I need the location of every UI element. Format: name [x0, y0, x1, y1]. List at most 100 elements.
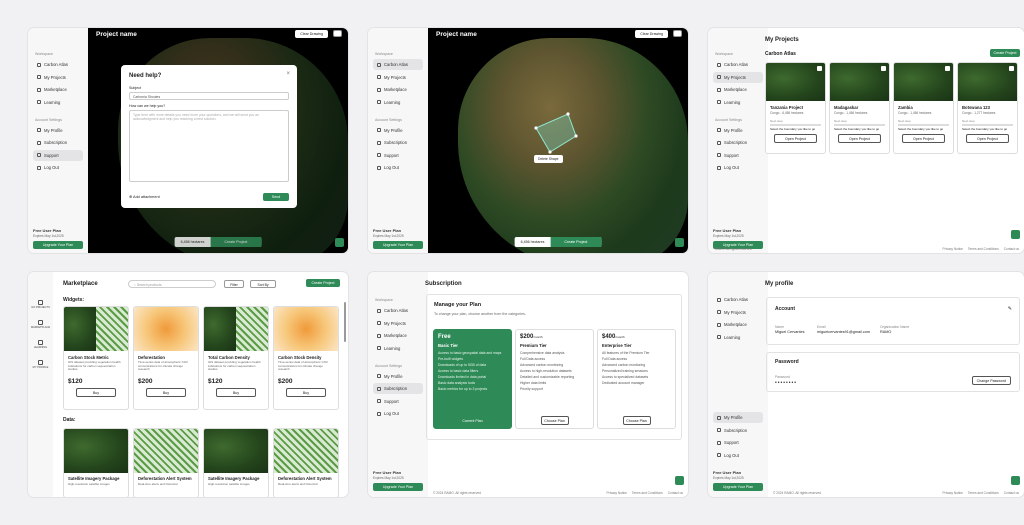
privacy-link[interactable]: Privacy Notice: [943, 491, 963, 495]
sidebar-item-carbon-atlas[interactable]: Carbon Atlas: [373, 59, 423, 70]
sidebar-item-my-profile[interactable]: My Profile: [33, 125, 83, 136]
terms-link[interactable]: Terms and Conditions: [632, 491, 663, 495]
chat-icon[interactable]: [675, 476, 684, 485]
subject-field[interactable]: Carbonia Shoutes: [129, 92, 289, 100]
rail-item[interactable]: MARKETPLACE: [30, 320, 51, 329]
sidebar-item-subscription[interactable]: Subscription: [713, 425, 763, 436]
chat-icon[interactable]: [1011, 230, 1020, 239]
upgrade-button[interactable]: Upgrade Your Plan: [713, 483, 763, 491]
sidebar-item-carbon-atlas[interactable]: Carbon Atlas: [373, 305, 423, 316]
edit-icon[interactable]: ✎: [1008, 306, 1012, 312]
close-map-button[interactable]: [333, 30, 342, 37]
open-project-button[interactable]: Open Project: [966, 134, 1009, 143]
create-project-button[interactable]: Create Project: [550, 237, 602, 247]
sidebar-item-support[interactable]: Support: [373, 396, 423, 407]
buy-button[interactable]: Buy: [286, 388, 326, 397]
sidebar-item-marketplace[interactable]: Marketplace: [713, 84, 763, 95]
filter-button[interactable]: Filter: [224, 280, 244, 288]
more-icon[interactable]: [945, 66, 950, 71]
sidebar-item-learning[interactable]: Learning: [713, 97, 763, 108]
sidebar-item-subscription[interactable]: Subscription: [373, 383, 423, 394]
more-icon[interactable]: [1009, 66, 1014, 71]
sidebar-item-log-out[interactable]: Log Out: [373, 408, 423, 419]
upgrade-button[interactable]: Upgrade Your Plan: [33, 241, 83, 249]
sidebar-item-marketplace[interactable]: Marketplace: [713, 319, 763, 330]
privacy-link[interactable]: Privacy Notice: [943, 247, 963, 251]
sidebar-item-carbon-atlas[interactable]: Carbon Atlas: [713, 59, 763, 70]
upgrade-button[interactable]: Upgrade Your Plan: [373, 483, 423, 491]
rail-item[interactable]: GO PROJECTS: [30, 300, 51, 309]
sidebar-item-subscription[interactable]: Subscription: [713, 137, 763, 148]
sidebar-item-support[interactable]: Support: [33, 149, 83, 161]
sidebar-item-subscription[interactable]: Subscription: [33, 137, 83, 148]
upgrade-button[interactable]: Upgrade Your Plan: [373, 241, 423, 249]
contact-link[interactable]: Contact us: [668, 491, 683, 495]
chat-icon[interactable]: [1011, 476, 1020, 485]
sidebar-item-log-out[interactable]: Log Out: [33, 162, 83, 173]
sidebar-item-learning[interactable]: Learning: [373, 343, 423, 354]
sidebar-item-my-profile[interactable]: My Profile: [373, 371, 423, 382]
create-project-button[interactable]: Create Project: [210, 237, 262, 247]
sidebar-item-my-profile[interactable]: My Profile: [713, 412, 763, 423]
open-project-button[interactable]: Open Project: [774, 134, 817, 143]
buy-button[interactable]: Buy: [146, 388, 186, 397]
change-password-button[interactable]: Change Password: [971, 376, 1011, 386]
map-view[interactable]: Project name Clear Drawing Delete Shape …: [428, 28, 688, 253]
sidebar-item-support[interactable]: Support: [713, 437, 763, 448]
sidebar-item-marketplace[interactable]: Marketplace: [373, 84, 423, 95]
delete-shape-button[interactable]: Delete Shape: [534, 155, 563, 163]
clear-drawing-button[interactable]: Clear Drawing: [635, 30, 668, 38]
sidebar-item-marketplace[interactable]: Marketplace: [373, 330, 423, 341]
more-icon[interactable]: [881, 66, 886, 71]
sidebar-item-support[interactable]: Support: [713, 150, 763, 161]
sidebar-item-log-out[interactable]: Log Out: [713, 450, 763, 461]
sidebar-item-log-out[interactable]: Log Out: [713, 162, 763, 173]
sidebar-item-my-projects[interactable]: My Projects: [373, 318, 423, 329]
create-project-button[interactable]: Create Project: [990, 49, 1020, 57]
rail-item[interactable]: LEARNING: [30, 340, 51, 349]
sidebar-item-learning[interactable]: Learning: [713, 332, 763, 343]
sort-button[interactable]: Sort By: [250, 280, 276, 288]
sidebar-item-learning[interactable]: Learning: [33, 97, 83, 108]
contact-link[interactable]: Contact us: [1004, 247, 1019, 251]
map-view[interactable]: Project name Clear Drawing 6,456 hectare…: [88, 28, 348, 253]
terms-link[interactable]: Terms and Conditions: [968, 491, 999, 495]
scrollbar[interactable]: [344, 302, 346, 342]
sidebar-item-my-projects[interactable]: My Projects: [373, 72, 423, 83]
open-project-button[interactable]: Open Project: [838, 134, 881, 143]
sidebar-item-carbon-atlas[interactable]: Carbon Atlas: [33, 59, 83, 70]
choose-plan-button[interactable]: Current Plan: [458, 416, 487, 425]
choose-plan-button[interactable]: Choose Plan: [540, 416, 569, 425]
layers-icon[interactable]: [675, 238, 684, 247]
more-icon[interactable]: [817, 66, 822, 71]
layers-icon[interactable]: [335, 238, 344, 247]
clear-drawing-button[interactable]: Clear Drawing: [295, 30, 328, 38]
sidebar-item-my-profile[interactable]: My Profile: [713, 125, 763, 136]
rail-item[interactable]: MY PROFILE: [30, 360, 51, 369]
create-project-button[interactable]: Create Project: [306, 279, 340, 287]
sidebar-item-carbon-atlas[interactable]: Carbon Atlas: [713, 294, 763, 305]
terms-link[interactable]: Terms and Conditions: [968, 247, 999, 251]
search-input[interactable]: ⌕ Search products: [128, 280, 216, 288]
sidebar-item-my-projects[interactable]: My Projects: [713, 71, 763, 83]
sidebar-item-my-projects[interactable]: My Projects: [713, 307, 763, 318]
send-button[interactable]: Send: [263, 193, 289, 201]
choose-plan-button[interactable]: Choose Plan: [622, 416, 651, 425]
drawn-shape[interactable]: [528, 108, 588, 158]
buy-button[interactable]: Buy: [76, 388, 116, 397]
sidebar-item-log-out[interactable]: Log Out: [373, 162, 423, 173]
message-field[interactable]: Type here with more details you need mor…: [129, 110, 289, 182]
buy-button[interactable]: Buy: [216, 388, 256, 397]
sidebar-item-marketplace[interactable]: Marketplace: [33, 84, 83, 95]
open-project-button[interactable]: Open Project: [902, 134, 945, 143]
contact-link[interactable]: Contact us: [1004, 491, 1019, 495]
close-map-button[interactable]: [673, 30, 682, 37]
sidebar-item-support[interactable]: Support: [373, 150, 423, 161]
sidebar-item-my-profile[interactable]: My Profile: [373, 125, 423, 136]
sidebar-item-subscription[interactable]: Subscription: [373, 137, 423, 148]
privacy-link[interactable]: Privacy Notice: [607, 491, 627, 495]
add-attachment[interactable]: ⊕ Add attachment: [129, 194, 160, 199]
close-icon[interactable]: ×: [286, 71, 290, 77]
sidebar-item-learning[interactable]: Learning: [373, 97, 423, 108]
sidebar-item-my-projects[interactable]: My Projects: [33, 72, 83, 83]
